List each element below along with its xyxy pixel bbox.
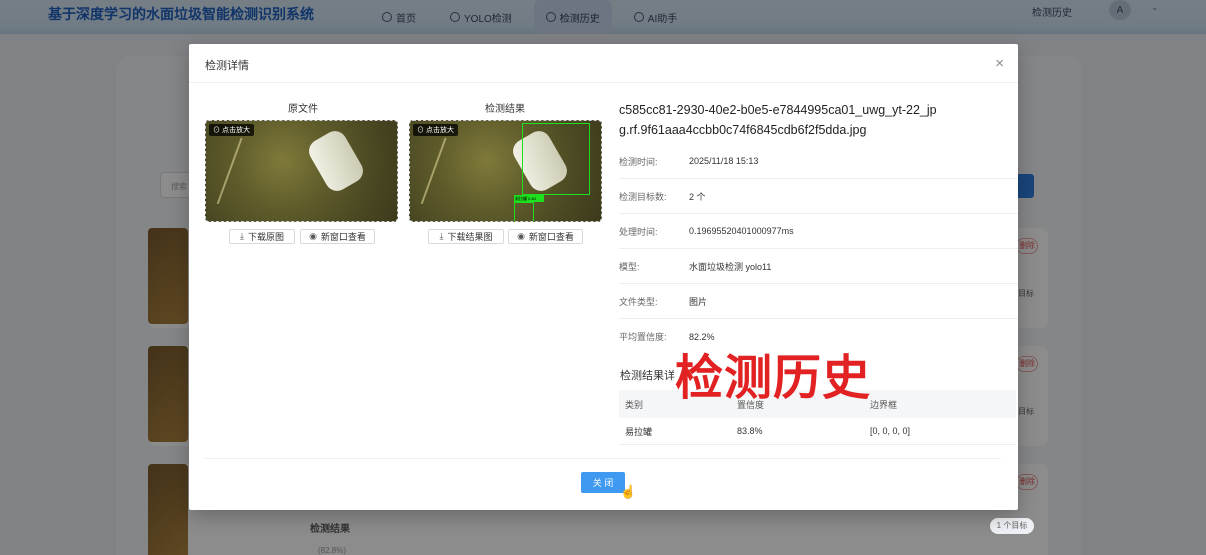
table-cell: 易拉罐 bbox=[625, 426, 653, 437]
card-confidence: (82.8%) bbox=[318, 546, 347, 555]
download-original-button[interactable]: ⤓ 下载原图 bbox=[229, 229, 295, 244]
eye-icon: ◉ bbox=[309, 231, 317, 241]
info-value: 水面垃圾检测 yolo11 bbox=[689, 261, 772, 272]
table-cell: 83.8% bbox=[737, 426, 763, 436]
info-key: 检测目标数: bbox=[619, 191, 667, 202]
download-icon: ⤓ bbox=[240, 231, 244, 241]
zoom-badge[interactable]: ⊙ 点击放大 bbox=[209, 124, 254, 136]
open-original-new-window-button[interactable]: ◉ 新窗口查看 bbox=[300, 229, 375, 244]
detection-bounding-box bbox=[522, 123, 590, 195]
info-row-model: 模型: 水面垃圾检测 yolo11 bbox=[619, 249, 1018, 284]
info-key: 检测时间: bbox=[619, 156, 658, 167]
eye-icon: ◉ bbox=[517, 231, 525, 241]
close-icon[interactable]: × bbox=[995, 56, 1004, 71]
info-value: 0.19695520401000977ms bbox=[689, 226, 794, 236]
info-key: 模型: bbox=[619, 261, 640, 272]
info-value: 2 个 bbox=[689, 191, 706, 202]
divider bbox=[189, 82, 1018, 83]
hand-cursor-icon: ☝ bbox=[620, 484, 637, 499]
info-key: 文件类型: bbox=[619, 296, 658, 307]
close-button[interactable]: 关 闭 bbox=[581, 472, 625, 493]
download-icon: ⤓ bbox=[439, 231, 444, 241]
result-label: 检测结果 bbox=[485, 104, 525, 115]
zoom-badge[interactable]: ⊙ 点击放大 bbox=[413, 124, 458, 136]
button-label: 下载原图 bbox=[247, 232, 284, 242]
original-image[interactable]: ⊙ 点击放大 bbox=[205, 120, 398, 222]
button-label: 新窗口查看 bbox=[528, 232, 574, 242]
result-image[interactable]: 易拉罐 0.84 ⊙ 点击放大 bbox=[409, 120, 602, 222]
button-label: 新窗口查看 bbox=[320, 232, 366, 242]
table-row: 易拉罐 83.8% [0, 0, 0, 0] bbox=[619, 418, 1016, 445]
button-label: 下载结果图 bbox=[447, 232, 493, 242]
open-result-new-window-button[interactable]: ◉ 新窗口查看 bbox=[508, 229, 583, 244]
detection-detail-dialog: 检测详情 × 原文件 ⊙ 点击放大 ⤓ 下载原图 ◉ 新窗口查看 检测结果 易拉罐 … bbox=[189, 44, 1018, 510]
info-row-count: 检测目标数: 2 个 bbox=[619, 179, 1018, 214]
info-row-process-time: 处理时间: 0.19695520401000977ms bbox=[619, 214, 1018, 249]
target-count-badge: 1 个目标 bbox=[990, 518, 1034, 534]
info-row-file-type: 文件类型: 图片 bbox=[619, 284, 1018, 319]
info-row-time: 检测时间: 2025/11/18 15:13 bbox=[619, 144, 1018, 179]
results-section-title: 检测结果详 bbox=[620, 370, 675, 382]
table-cell: [0, 0, 0, 0] bbox=[870, 426, 911, 436]
info-value: 图片 bbox=[689, 296, 708, 307]
divider bbox=[205, 458, 1001, 459]
card-result-label: 检测结果 bbox=[310, 524, 350, 535]
info-key: 处理时间: bbox=[619, 226, 658, 237]
original-file-label: 原文件 bbox=[288, 104, 318, 115]
file-name: c585cc81-2930-40e2-b0e5-e7844995ca01_uwg… bbox=[619, 103, 937, 137]
download-result-button[interactable]: ⤓ 下载结果图 bbox=[428, 229, 504, 244]
info-value: 2025/11/18 15:13 bbox=[689, 156, 759, 166]
detection-bounding-box bbox=[514, 202, 534, 221]
dialog-title: 检测详情 bbox=[205, 60, 249, 72]
watermark: 检测历史 bbox=[675, 350, 872, 406]
detection-label: 易拉罐 0.84 bbox=[514, 195, 544, 202]
